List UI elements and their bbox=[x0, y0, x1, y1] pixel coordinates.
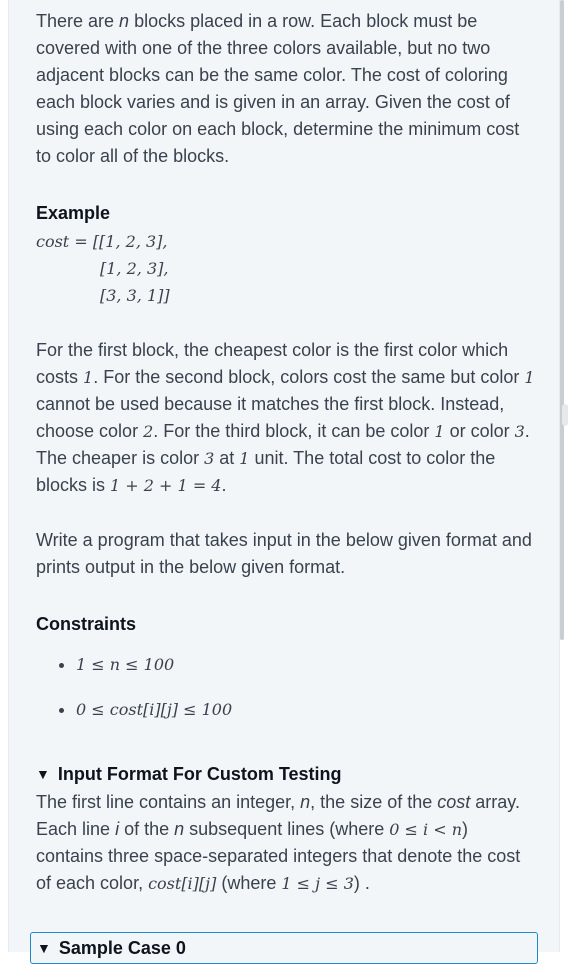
constraints-list: 1 ≤ n ≤ 100 0 ≤ cost[i][j] ≤ 100 bbox=[36, 651, 536, 723]
if-text: ) . bbox=[353, 873, 370, 893]
constraints-heading: Constraints bbox=[36, 614, 137, 634]
triangle-down-icon: ▼ bbox=[36, 765, 50, 782]
expl-value: 3 bbox=[204, 449, 215, 468]
expl-value: 1 + 2 + 1 = 4 bbox=[110, 476, 222, 495]
list-item: 0 ≤ cost[i][j] ≤ 100 bbox=[76, 696, 536, 723]
if-text: The first line contains an integer, bbox=[36, 792, 301, 812]
if-text: subsequent lines (where bbox=[184, 819, 390, 839]
intro-text: There are bbox=[36, 11, 120, 31]
example-line-1: cost = [[1, 2, 3], bbox=[36, 232, 168, 251]
example-code: cost = [[1, 2, 3], [1, 2, 3], [3, 3, 1]] bbox=[36, 228, 536, 309]
if-var: 0 ≤ i < n bbox=[389, 820, 463, 839]
if-text: of the bbox=[119, 819, 175, 839]
expl-value: 1 bbox=[239, 449, 250, 468]
example-explanation: For the first block, the cheapest color … bbox=[36, 337, 536, 499]
if-text: array. bbox=[470, 792, 520, 812]
problem-intro: There are n blocks placed in a row. Each… bbox=[36, 8, 536, 170]
constraint-text: 0 ≤ cost[i][j] ≤ 100 bbox=[76, 700, 233, 719]
sample-case-label: Sample Case 0 bbox=[58, 937, 186, 958]
scrollbar[interactable] bbox=[560, 0, 564, 640]
triangle-down-icon: ▼ bbox=[37, 940, 51, 956]
list-item: 1 ≤ n ≤ 100 bbox=[76, 651, 536, 678]
if-text: Each line bbox=[36, 819, 116, 839]
input-format-line-2: Each line i of the n subsequent lines (w… bbox=[36, 816, 536, 897]
intro-var-n: n bbox=[119, 11, 130, 31]
if-var: cost bbox=[437, 792, 471, 812]
if-var: cost[i][j] bbox=[148, 874, 217, 893]
input-format-heading: Input Format For Custom Testing bbox=[57, 764, 342, 784]
expl-text: . bbox=[221, 475, 227, 495]
expl-text: . For the third block, it can be color bbox=[153, 421, 435, 441]
intro-text-2: blocks placed in a row. Each block must … bbox=[36, 11, 520, 166]
write-program-text: Write a program that takes input in the … bbox=[36, 530, 532, 577]
if-var: 1 ≤ j ≤ 3 bbox=[281, 874, 354, 893]
example-line-2: [1, 2, 3], bbox=[100, 259, 169, 278]
input-format-toggle[interactable]: ▼ Input Format For Custom Testing bbox=[36, 759, 536, 789]
expl-value: 2 bbox=[143, 422, 154, 441]
input-format-line-1: The first line contains an integer, n, t… bbox=[36, 789, 536, 816]
scroll-handle[interactable] bbox=[562, 404, 568, 426]
expl-value: 3 bbox=[514, 422, 525, 441]
example-heading: Example bbox=[36, 203, 111, 223]
expl-text: . For the second block, colors cost the … bbox=[93, 367, 525, 387]
if-var: n bbox=[300, 792, 311, 812]
if-text: (where bbox=[216, 873, 282, 893]
constraint-text: 1 ≤ n ≤ 100 bbox=[76, 655, 175, 674]
expl-text: or color bbox=[444, 421, 515, 441]
example-line-3: [3, 3, 1]] bbox=[100, 286, 170, 305]
expl-text: at bbox=[214, 448, 240, 468]
expl-value: 1 bbox=[83, 368, 94, 387]
problem-statement: There are n blocks placed in a row. Each… bbox=[36, 8, 536, 897]
expl-value: 1 bbox=[434, 422, 445, 441]
expl-value: 1 bbox=[524, 368, 535, 387]
if-text: , the size of the bbox=[310, 792, 438, 812]
if-var: n bbox=[174, 819, 185, 839]
sample-case-0-toggle[interactable]: ▼ Sample Case 0 bbox=[30, 932, 538, 964]
